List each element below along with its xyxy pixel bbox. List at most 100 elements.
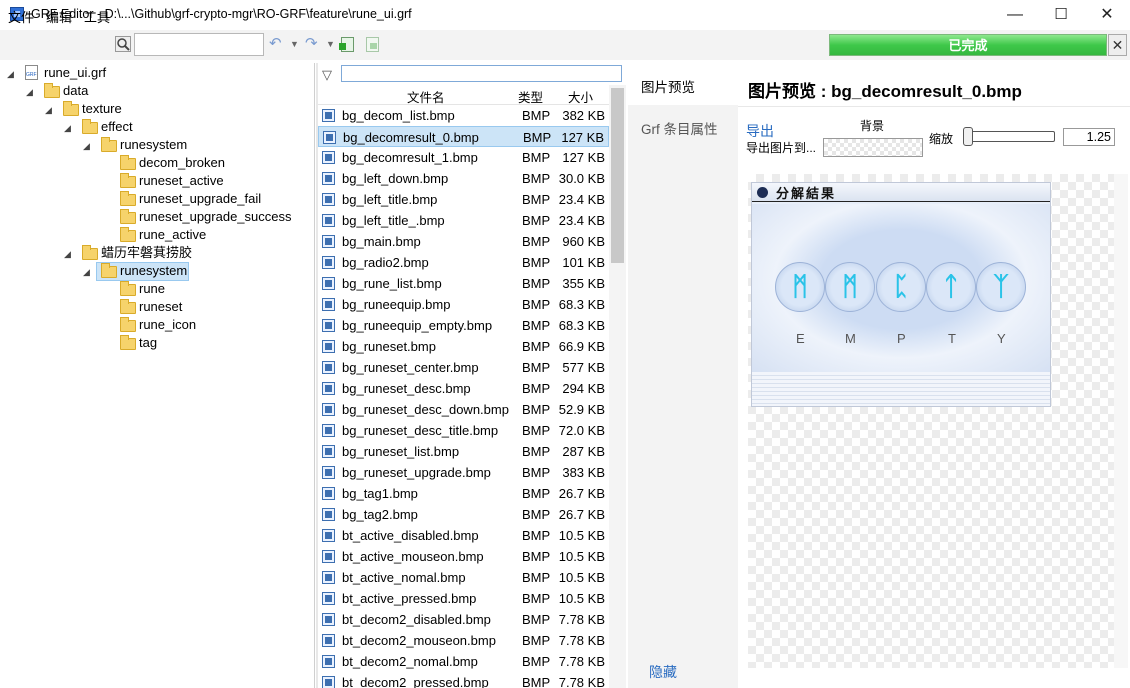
redo-dropdown-icon[interactable]: ▼ (326, 36, 335, 52)
collapse-icon[interactable]: ◢ (64, 249, 74, 259)
file-size: 66.9 KB (558, 339, 605, 354)
filter-input[interactable] (341, 65, 622, 82)
tab-image-preview[interactable]: 图片预览 (628, 63, 738, 105)
file-row[interactable]: bg_decomresult_0.bmp BMP 127 KB (318, 126, 609, 147)
search-icon[interactable] (115, 36, 131, 52)
column-header-name[interactable]: 文件名 (407, 87, 445, 106)
file-row[interactable]: bg_left_down.bmp BMP 30.0 KB (318, 168, 609, 189)
zoom-slider[interactable] (963, 131, 1055, 142)
file-row[interactable]: bg_decom_list.bmp BMP 382 KB (318, 105, 609, 126)
tree-item-leaf[interactable]: runeset (139, 298, 182, 316)
collapse-icon[interactable]: ◢ (7, 69, 17, 79)
tree-item-leaf[interactable]: runeset_upgrade_success (139, 208, 292, 226)
file-type: BMP (522, 423, 551, 438)
file-row[interactable]: bt_decom2_mouseon.bmp BMP 7.78 KB (318, 630, 609, 651)
preview-scrollbar[interactable] (1114, 174, 1128, 668)
add-folder-icon[interactable] (366, 37, 379, 52)
file-row[interactable]: bg_runeset_list.bmp BMP 287 KB (318, 441, 609, 462)
file-row[interactable]: bt_decom2_nomal.bmp BMP 7.78 KB (318, 651, 609, 672)
menu-tools[interactable]: 工具 (84, 7, 110, 26)
zoom-input[interactable]: 1.25 (1063, 128, 1115, 146)
file-name: bg_left_down.bmp (342, 171, 449, 186)
file-row[interactable]: bg_runeequip.bmp BMP 68.3 KB (318, 294, 609, 315)
file-row[interactable]: bg_runeset_desc.bmp BMP 294 KB (318, 378, 609, 399)
export-to-label[interactable]: 导出图片到... (746, 139, 816, 156)
file-row[interactable]: bg_runeset_upgrade.bmp BMP 383 KB (318, 462, 609, 483)
tab-grf-properties[interactable]: Grf 条目属性 (641, 118, 718, 138)
tree-item-leaf[interactable]: rune_active (139, 226, 206, 244)
file-row[interactable]: bg_decomresult_1.bmp BMP 127 KB (318, 147, 609, 168)
tree-item-leaf[interactable]: rune_icon (139, 316, 196, 334)
background-label: 背景 (860, 119, 885, 133)
file-type: BMP (522, 381, 551, 396)
collapse-icon[interactable]: ◢ (83, 267, 93, 277)
tree-item-effect[interactable]: effect (101, 118, 133, 136)
tree-item-root[interactable]: rune_ui.grf (44, 64, 106, 82)
file-row[interactable]: bg_radio2.bmp BMP 101 KB (318, 252, 609, 273)
rune-glyph: ᛈ (893, 271, 909, 301)
file-row[interactable]: bg_left_title_.bmp BMP 23.4 KB (318, 210, 609, 231)
file-row[interactable]: bt_active_pressed.bmp BMP 10.5 KB (318, 588, 609, 609)
tree-item-runesystem-selected[interactable]: runesystem (120, 262, 187, 280)
file-type: BMP (522, 255, 551, 270)
zoom-slider-thumb[interactable] (963, 127, 973, 146)
tree-item-leaf[interactable]: decom_broken (139, 154, 225, 172)
add-file-icon[interactable] (339, 37, 354, 52)
redo-icon[interactable]: ↷ (305, 36, 318, 52)
list-scrollbar-thumb[interactable] (611, 88, 624, 263)
file-row[interactable]: bt_active_disabled.bmp BMP 10.5 KB (318, 525, 609, 546)
collapse-icon[interactable]: ◢ (64, 123, 74, 133)
file-row[interactable]: bg_main.bmp BMP 960 KB (318, 231, 609, 252)
file-name: bg_runeset_desc.bmp (342, 381, 471, 396)
tree-item-leaf[interactable]: runeset_upgrade_fail (139, 190, 261, 208)
export-link[interactable]: 导出 (746, 121, 774, 141)
file-row[interactable]: bg_tag2.bmp BMP 26.7 KB (318, 504, 609, 525)
file-row[interactable]: bt_active_nomal.bmp BMP 10.5 KB (318, 567, 609, 588)
file-row[interactable]: bg_runeset_desc_down.bmp BMP 52.9 KB (318, 399, 609, 420)
file-size: 68.3 KB (558, 297, 605, 312)
file-row[interactable]: bg_runeset_center.bmp BMP 577 KB (318, 357, 609, 378)
file-size: 52.9 KB (558, 402, 605, 417)
file-type: BMP (522, 528, 551, 543)
file-row[interactable]: bg_runeset_desc_title.bmp BMP 72.0 KB (318, 420, 609, 441)
tree-item-texture[interactable]: texture (82, 100, 122, 118)
collapse-icon[interactable]: ◢ (26, 87, 36, 97)
file-row[interactable]: bt_decom2_pressed.bmp BMP 7.78 KB (318, 672, 609, 688)
close-button[interactable]: ✕ (1084, 0, 1130, 30)
tree-item-leaf[interactable]: rune (139, 280, 165, 298)
undo-dropdown-icon[interactable]: ▼ (290, 36, 299, 52)
collapse-icon[interactable]: ◢ (83, 141, 93, 151)
file-row[interactable]: bt_decom2_disabled.bmp BMP 7.78 KB (318, 609, 609, 630)
file-row[interactable]: bg_tag1.bmp BMP 26.7 KB (318, 483, 609, 504)
bmp-file-icon (322, 109, 335, 122)
folder-icon (44, 83, 60, 98)
progress-close-button[interactable]: ✕ (1108, 34, 1127, 56)
column-header-size[interactable]: 大小 (568, 87, 593, 106)
file-row[interactable]: bt_active_mouseon.bmp BMP 10.5 KB (318, 546, 609, 567)
tree-item-runesystem[interactable]: runesystem (120, 136, 187, 154)
file-size: 10.5 KB (558, 591, 605, 606)
undo-icon[interactable]: ↶ (269, 36, 282, 52)
search-input[interactable] (134, 33, 264, 56)
file-size: 355 KB (562, 276, 605, 291)
menu-file[interactable]: 文件 (8, 7, 34, 26)
menu-edit[interactable]: 编辑 (46, 7, 72, 26)
minimize-button[interactable]: — (992, 0, 1038, 30)
background-swatch[interactable] (823, 138, 923, 157)
collapse-icon[interactable]: ◢ (45, 105, 55, 115)
bmp-file-icon (322, 193, 335, 206)
tree-item-garbled[interactable]: 蜡历牢磐萁捞胶 (101, 244, 192, 262)
file-size: 7.78 KB (558, 654, 605, 669)
column-header-type[interactable]: 类型 (518, 87, 543, 106)
file-row[interactable]: bg_left_title.bmp BMP 23.4 KB (318, 189, 609, 210)
file-row[interactable]: bg_rune_list.bmp BMP 355 KB (318, 273, 609, 294)
file-row[interactable]: bg_runeset.bmp BMP 66.9 KB (318, 336, 609, 357)
file-type: BMP (522, 633, 551, 648)
file-name: bt_decom2_disabled.bmp (342, 612, 491, 627)
tree-item-leaf[interactable]: tag (139, 334, 157, 352)
file-row[interactable]: bg_runeequip_empty.bmp BMP 68.3 KB (318, 315, 609, 336)
maximize-button[interactable]: ☐ (1038, 0, 1084, 30)
tree-item-leaf[interactable]: runeset_active (139, 172, 224, 190)
hide-link[interactable]: 隐藏 (649, 662, 677, 682)
tree-item-data[interactable]: data (63, 82, 88, 100)
